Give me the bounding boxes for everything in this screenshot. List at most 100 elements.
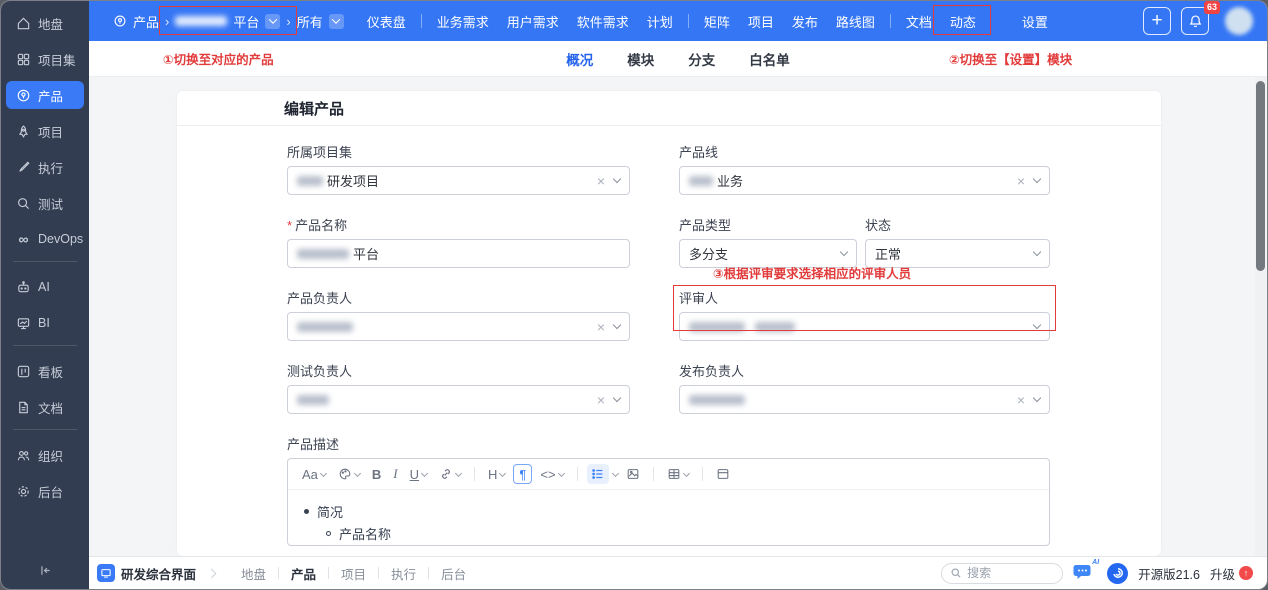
sidebar-item-ai[interactable]: AI: [6, 273, 84, 301]
italic-button[interactable]: I: [389, 464, 401, 484]
footer-item-product[interactable]: 产品: [279, 564, 328, 583]
description-editor[interactable]: Aa B I U H ¶ <>: [287, 458, 1050, 546]
breadcrumb-section[interactable]: 产品: [133, 12, 159, 31]
layout-button[interactable]: [712, 465, 734, 483]
clear-icon[interactable]: ×: [1017, 174, 1025, 188]
menu-matrix[interactable]: 矩阵: [695, 12, 739, 31]
menu-dashboard[interactable]: 仪表盘: [358, 12, 415, 31]
top-navigation-bar: 产品 › 平台 › 所有 仪表盘 业务需求 用户需求 软件需求 计划 矩阵 项目…: [89, 1, 1267, 41]
footer-item-dashboard[interactable]: 地盘: [229, 564, 278, 583]
sidebar-item-kanban[interactable]: 看板: [6, 357, 84, 385]
name-value: 平台: [353, 244, 379, 263]
menu-release[interactable]: 发布: [783, 12, 827, 31]
menu-business-req[interactable]: 业务需求: [428, 12, 498, 31]
topbar-actions: + 63: [1143, 7, 1253, 35]
table-button[interactable]: [663, 465, 693, 483]
sidebar-collapse-button[interactable]: [1, 559, 89, 581]
kanban-icon: [16, 364, 31, 379]
field-line: 产品线 业务 ×: [679, 142, 1050, 195]
breadcrumb-scope[interactable]: 所有: [297, 12, 323, 31]
clear-icon[interactable]: ×: [597, 174, 605, 188]
product-switch-dropdown[interactable]: [265, 14, 280, 29]
sidebar-item-bi[interactable]: BI: [6, 309, 84, 337]
owner-select[interactable]: ×: [287, 312, 630, 341]
required-mark: *: [287, 218, 292, 233]
search-input[interactable]: [967, 566, 1037, 580]
vertical-scrollbar[interactable]: [1255, 77, 1266, 556]
editor-toolbar: Aa B I U H ¶ <>: [288, 459, 1049, 490]
upgrade-link[interactable]: 升级 ↑: [1210, 564, 1253, 583]
redacted-text: [297, 176, 323, 186]
scrollbar-thumb[interactable]: [1256, 81, 1265, 271]
chevron-down-icon: [1033, 248, 1041, 256]
footer-item-project[interactable]: 项目: [329, 564, 378, 583]
notification-button[interactable]: 63: [1181, 7, 1209, 35]
reviewer-select[interactable]: [679, 312, 1050, 341]
font-button[interactable]: Aa: [298, 465, 330, 484]
tab-module[interactable]: 模块: [627, 49, 654, 69]
image-button[interactable]: [622, 465, 644, 483]
product-subnav: 概况 模块 分支 白名单: [89, 41, 1267, 77]
sidebar-item-devops[interactable]: ∞ DevOps: [6, 225, 84, 253]
menu-software-req[interactable]: 软件需求: [568, 12, 638, 31]
editor-body[interactable]: 简况 产品名称: [288, 490, 1049, 546]
search-box[interactable]: [941, 563, 1063, 584]
field-name: *产品名称 平台: [287, 215, 630, 268]
sidebar-item-product[interactable]: 产品: [6, 81, 84, 109]
menu-roadmap[interactable]: 路线图: [827, 12, 884, 31]
ai-assistant-button[interactable]: AI: [1073, 563, 1097, 583]
redacted-text: [755, 322, 795, 332]
magnifier-icon: [16, 196, 31, 211]
sidebar-item-doc[interactable]: 文档: [6, 393, 84, 421]
clear-icon[interactable]: ×: [597, 320, 605, 334]
clear-icon[interactable]: ×: [597, 393, 605, 407]
underline-button[interactable]: U: [406, 465, 431, 484]
color-button[interactable]: [334, 465, 364, 483]
sidebar-item-project[interactable]: 项目: [6, 117, 84, 145]
paragraph-button[interactable]: ¶: [513, 464, 532, 484]
program-select[interactable]: 研发项目 ×: [287, 166, 630, 195]
qa-select[interactable]: ×: [287, 385, 630, 414]
field-qa: 测试负责人 ×: [287, 361, 630, 414]
menu-project[interactable]: 项目: [739, 12, 783, 31]
scope-dropdown[interactable]: [329, 14, 344, 29]
sidebar-item-admin[interactable]: 后台: [6, 477, 84, 505]
sidebar-item-label: 文档: [38, 398, 63, 417]
clear-icon[interactable]: ×: [1017, 393, 1025, 407]
field-label: 产品描述: [287, 434, 1050, 450]
release-select[interactable]: ×: [679, 385, 1050, 414]
type-select[interactable]: 多分支: [679, 239, 857, 268]
tab-branch[interactable]: 分支: [688, 49, 715, 69]
sidebar-item-program[interactable]: 项目集: [6, 45, 84, 73]
sidebar-item-dashboard[interactable]: 地盘: [6, 9, 84, 37]
chevron-down-icon[interactable]: [612, 469, 619, 476]
chevron-down-icon: [1033, 321, 1041, 329]
heading-button[interactable]: H: [484, 465, 509, 484]
user-avatar[interactable]: [1225, 7, 1253, 35]
sidebar-item-qa[interactable]: 测试: [6, 189, 84, 217]
link-button[interactable]: [435, 465, 465, 483]
menu-plan[interactable]: 计划: [638, 12, 682, 31]
editor-bullet: 简况: [317, 502, 343, 521]
sidebar-item-execution[interactable]: 执行: [6, 153, 84, 181]
menu-dynamic[interactable]: 动态: [941, 12, 985, 31]
menu-doc[interactable]: 文档: [897, 12, 941, 31]
add-button[interactable]: +: [1143, 7, 1171, 35]
bold-button[interactable]: B: [368, 465, 385, 484]
tab-whitelist[interactable]: 白名单: [749, 49, 790, 69]
name-input[interactable]: 平台: [287, 239, 630, 268]
zentao-logo-icon[interactable]: [1107, 563, 1128, 584]
menu-settings[interactable]: 设置: [1013, 12, 1057, 31]
list-button[interactable]: [587, 464, 609, 484]
footer-item-execution[interactable]: 执行: [379, 564, 428, 583]
footer-item-admin[interactable]: 后台: [429, 564, 478, 583]
status-select[interactable]: 正常: [865, 239, 1050, 268]
breadcrumb-product[interactable]: 平台: [233, 12, 259, 31]
table-icon: [667, 467, 681, 481]
code-button[interactable]: <>: [536, 465, 567, 484]
tab-overview[interactable]: 概况: [566, 49, 593, 69]
line-select[interactable]: 业务 ×: [679, 166, 1050, 195]
menu-user-req[interactable]: 用户需求: [498, 12, 568, 31]
workspace-label[interactable]: 研发综合界面: [121, 564, 196, 583]
sidebar-item-org[interactable]: 组织: [6, 441, 84, 469]
